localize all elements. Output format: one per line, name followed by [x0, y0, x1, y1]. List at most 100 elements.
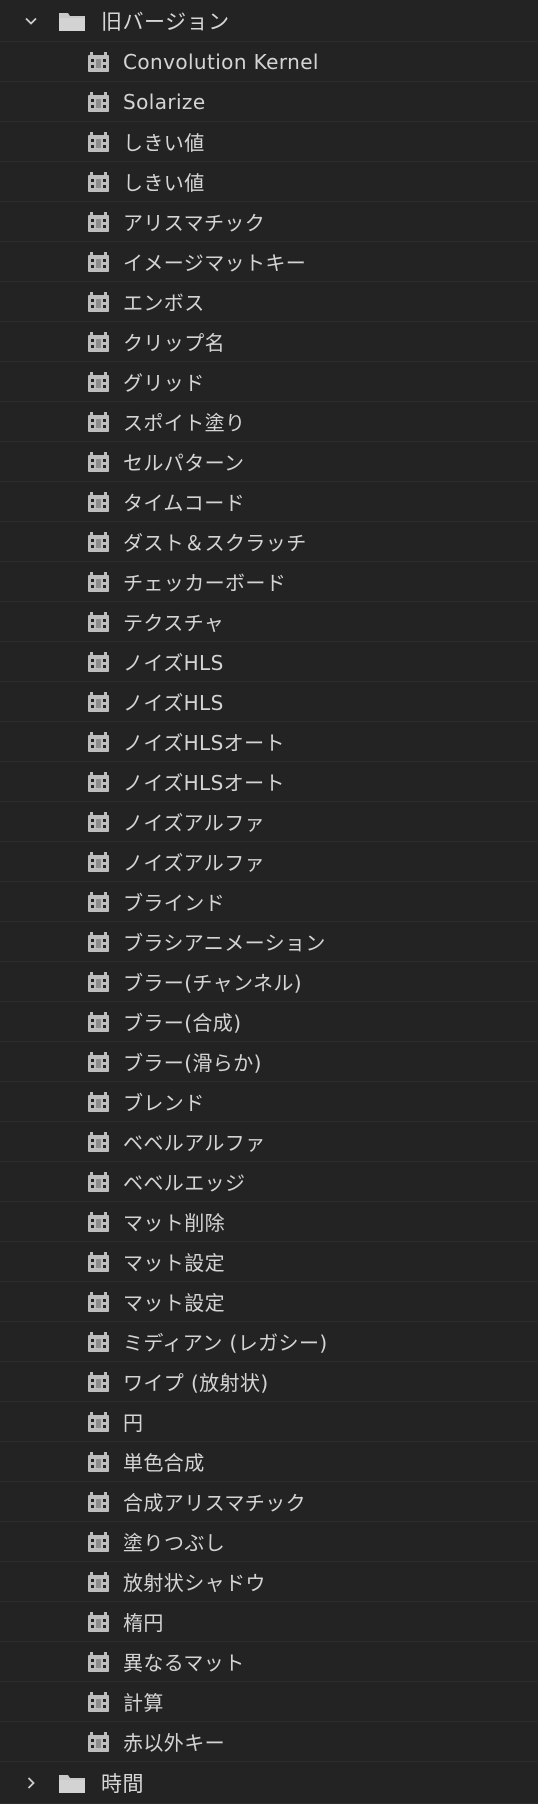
effect-item[interactable]: ノイズアルファ [0, 802, 538, 842]
effect-item[interactable]: イメージマットキー [0, 242, 538, 282]
effect-label: 放射状シャドウ [123, 1571, 266, 1595]
effect-item[interactable]: マット設定 [0, 1282, 538, 1322]
effect-preset-icon [87, 531, 110, 553]
effect-label: スポイト塗り [123, 411, 246, 435]
effect-preset-icon [87, 1131, 110, 1153]
effect-label: ベベルアルファ [123, 1131, 266, 1155]
effect-item[interactable]: チェッカーボード [0, 562, 538, 602]
effect-label: アリスマチック [123, 211, 266, 235]
effect-item[interactable]: ミディアン (レガシー) [0, 1322, 538, 1362]
effect-label: ブラー(チャンネル) [123, 971, 303, 995]
effect-item[interactable]: ブラシアニメーション [0, 922, 538, 962]
effect-label: ミディアン (レガシー) [123, 1331, 328, 1355]
effect-item[interactable]: マット削除 [0, 1202, 538, 1242]
effect-item[interactable]: ノイズHLSオート [0, 762, 538, 802]
effect-item[interactable]: ベベルアルファ [0, 1122, 538, 1162]
effect-item[interactable]: 円 [0, 1402, 538, 1442]
effect-item[interactable]: 異なるマット [0, 1642, 538, 1682]
effect-preset-icon [87, 1211, 110, 1233]
effect-label: 計算 [123, 1691, 164, 1715]
effect-item[interactable]: ノイズHLS [0, 682, 538, 722]
effect-item[interactable]: Convolution Kernel [0, 42, 538, 82]
effect-preset-icon [87, 971, 110, 993]
folder-row[interactable]: 旧バージョン [0, 0, 538, 42]
chevron-down-icon[interactable] [23, 13, 39, 29]
effect-preset-icon [87, 331, 110, 353]
effect-preset-icon [87, 1011, 110, 1033]
effect-item[interactable]: グリッド [0, 362, 538, 402]
effect-item[interactable]: ブレンド [0, 1082, 538, 1122]
effect-item[interactable]: 計算 [0, 1682, 538, 1722]
effect-preset-icon [87, 451, 110, 473]
effect-item[interactable]: ブラインド [0, 882, 538, 922]
effect-item[interactable]: ノイズHLS [0, 642, 538, 682]
effect-item[interactable]: 塗りつぶし [0, 1522, 538, 1562]
effect-item[interactable]: タイムコード [0, 482, 538, 522]
effect-preset-icon [87, 771, 110, 793]
effect-item[interactable]: 合成アリスマチック [0, 1482, 538, 1522]
effect-item[interactable]: ベベルエッジ [0, 1162, 538, 1202]
effect-label: Solarize [123, 89, 206, 114]
effect-label: ノイズアルファ [123, 811, 265, 835]
effect-item[interactable]: クリップ名 [0, 322, 538, 362]
effect-label: 円 [123, 1411, 144, 1435]
folder-label: 旧バージョン [101, 9, 230, 34]
effect-preset-icon [87, 1531, 110, 1553]
effect-item[interactable]: エンボス [0, 282, 538, 322]
folder-row[interactable]: 時間 [0, 1762, 538, 1804]
effect-item[interactable]: 赤以外キー [0, 1722, 538, 1762]
effect-label: イメージマットキー [123, 251, 307, 275]
chevron-right-icon[interactable] [23, 1775, 39, 1791]
effect-label: 合成アリスマチック [123, 1491, 306, 1515]
effect-item[interactable]: ブラー(滑らか) [0, 1042, 538, 1082]
effect-preset-icon [87, 1491, 110, 1513]
effect-item[interactable]: 楕円 [0, 1602, 538, 1642]
effect-item[interactable]: アリスマチック [0, 202, 538, 242]
effect-preset-icon [87, 1171, 110, 1193]
effect-item[interactable]: 放射状シャドウ [0, 1562, 538, 1602]
effect-item[interactable]: ダスト＆スクラッチ [0, 522, 538, 562]
folder-label: 時間 [101, 1771, 144, 1796]
effect-label: 単色合成 [123, 1451, 205, 1475]
effect-preset-icon [87, 211, 110, 233]
effect-item[interactable]: ブラー(合成) [0, 1002, 538, 1042]
effect-preset-icon [87, 731, 110, 753]
effect-preset-icon [87, 931, 110, 953]
effect-label: しきい値 [123, 131, 205, 155]
effect-item[interactable]: セルパターン [0, 442, 538, 482]
effect-preset-icon [87, 371, 110, 393]
effect-item[interactable]: マット設定 [0, 1242, 538, 1282]
folder-icon [58, 10, 86, 32]
effect-item[interactable]: ブラー(チャンネル) [0, 962, 538, 1002]
effect-item[interactable]: ワイプ (放射状) [0, 1362, 538, 1402]
effect-preset-icon [87, 51, 110, 73]
effect-item[interactable]: テクスチャ [0, 602, 538, 642]
effect-preset-icon [87, 1731, 110, 1753]
effect-item[interactable]: しきい値 [0, 162, 538, 202]
effect-preset-icon [87, 1611, 110, 1633]
effect-preset-icon [87, 1091, 110, 1113]
effect-preset-icon [87, 651, 110, 673]
effect-preset-icon [87, 171, 110, 193]
effect-label: しきい値 [123, 171, 205, 195]
effect-preset-icon [87, 1651, 110, 1673]
effect-label: ブラー(滑らか) [123, 1051, 262, 1075]
effect-label: ノイズHLSオート [123, 771, 285, 795]
effect-preset-icon [87, 1571, 110, 1593]
effect-preset-icon [87, 1451, 110, 1473]
effect-item[interactable]: Solarize [0, 82, 538, 122]
effect-preset-icon [87, 611, 110, 633]
effect-preset-icon [87, 1251, 110, 1273]
effect-label: 赤以外キー [123, 1731, 225, 1755]
effects-tree: 旧バージョン Convolution Kernel Solarize しきい値 しきい値… [0, 0, 538, 1804]
effect-item[interactable]: ノイズアルファ [0, 842, 538, 882]
effect-preset-icon [87, 411, 110, 433]
effect-item[interactable]: 単色合成 [0, 1442, 538, 1482]
effect-label: クリップ名 [123, 331, 225, 355]
effect-item[interactable]: スポイト塗り [0, 402, 538, 442]
effect-item[interactable]: ノイズHLSオート [0, 722, 538, 762]
effect-preset-icon [87, 1691, 110, 1713]
effect-preset-icon [87, 1331, 110, 1353]
effect-item[interactable]: しきい値 [0, 122, 538, 162]
effect-label: チェッカーボード [123, 571, 287, 595]
